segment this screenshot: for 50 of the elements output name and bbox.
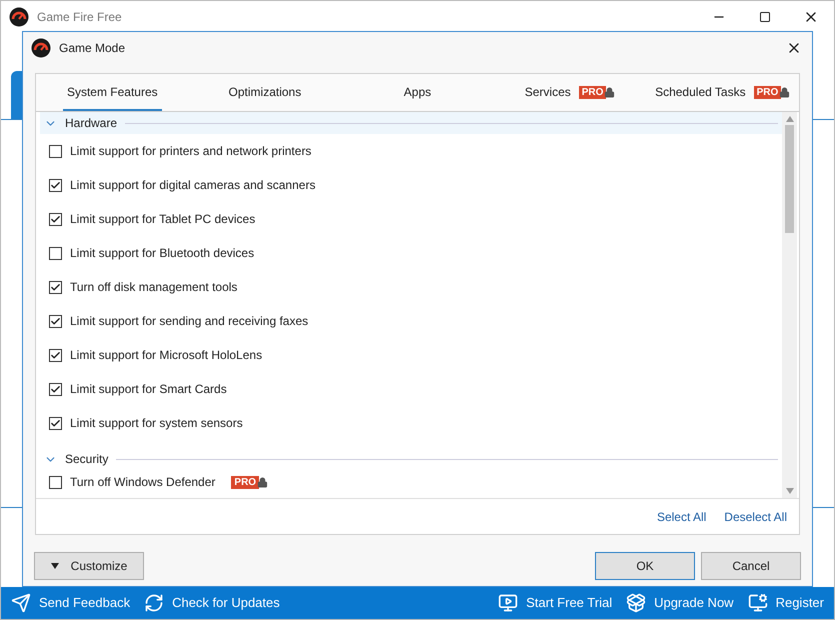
tab[interactable]: Optimizations xyxy=(188,75,342,111)
scrollbar[interactable] xyxy=(782,112,797,498)
option-label: Limit support for printers and network printers xyxy=(70,143,312,160)
option-label: Turn off disk management tools xyxy=(70,279,238,296)
option-label: Limit support for Tablet PC devices xyxy=(70,211,256,228)
option-label: Limit support for system sensors xyxy=(70,415,243,432)
status-link[interactable]: Start Free Trial xyxy=(498,593,612,613)
link[interactable]: Select All xyxy=(656,508,706,526)
checkbox[interactable] xyxy=(49,212,62,226)
group-header[interactable]: Hardware xyxy=(40,112,782,134)
maximize-icon xyxy=(759,11,771,23)
checkbox[interactable] xyxy=(49,382,62,396)
status-link[interactable]: Upgrade Now xyxy=(626,593,734,613)
option-label: Limit support for Smart Cards xyxy=(70,381,227,398)
option-label: Limit support for Microsoft HoloLens xyxy=(70,347,262,364)
checkbox[interactable] xyxy=(49,144,62,158)
checkbox[interactable] xyxy=(49,314,62,328)
checkbox[interactable] xyxy=(49,476,62,488)
scroll-up-icon xyxy=(786,116,794,122)
customize-button[interactable]: Customize xyxy=(34,552,144,580)
refresh-icon xyxy=(144,593,164,613)
checkbox[interactable] xyxy=(49,280,62,294)
checkbox[interactable] xyxy=(49,246,62,260)
option-label: Limit support for sending and receiving faxes xyxy=(70,313,308,330)
option-label: Turn off Windows Defender xyxy=(70,474,216,491)
monitor-gear-icon xyxy=(748,593,768,613)
monitor-play-icon xyxy=(498,593,518,613)
link[interactable]: Deselect All xyxy=(724,508,787,526)
status-link[interactable]: Register xyxy=(748,593,824,613)
option-label: Limit support for digital cameras and scanners xyxy=(70,177,316,194)
checkbox[interactable] xyxy=(49,348,62,362)
option-label: Limit support for Bluetooth devices xyxy=(70,245,254,262)
dialog-button[interactable]: OK xyxy=(595,552,695,580)
status-link[interactable]: Send Feedback xyxy=(11,593,130,613)
paper-plane-icon xyxy=(11,593,31,613)
tab[interactable]: Scheduled Tasks PRO xyxy=(646,75,799,111)
scrollbar-thumb[interactable] xyxy=(785,125,794,233)
app-logo-icon xyxy=(9,7,29,27)
checkbox[interactable] xyxy=(49,416,62,430)
caret-icon xyxy=(50,563,59,569)
tab[interactable]: Apps xyxy=(341,75,494,111)
window-title: Game Fire Free xyxy=(37,9,122,26)
app-logo-icon xyxy=(31,38,51,58)
dialog-button[interactable]: Cancel xyxy=(701,552,801,580)
dialog-title: Game Mode xyxy=(59,40,126,57)
tab[interactable]: Services PRO xyxy=(494,75,646,111)
scroll-down-icon xyxy=(786,488,794,494)
status-link[interactable]: Check for Updates xyxy=(144,593,280,613)
checkbox[interactable] xyxy=(49,178,62,192)
box-icon xyxy=(626,593,646,613)
